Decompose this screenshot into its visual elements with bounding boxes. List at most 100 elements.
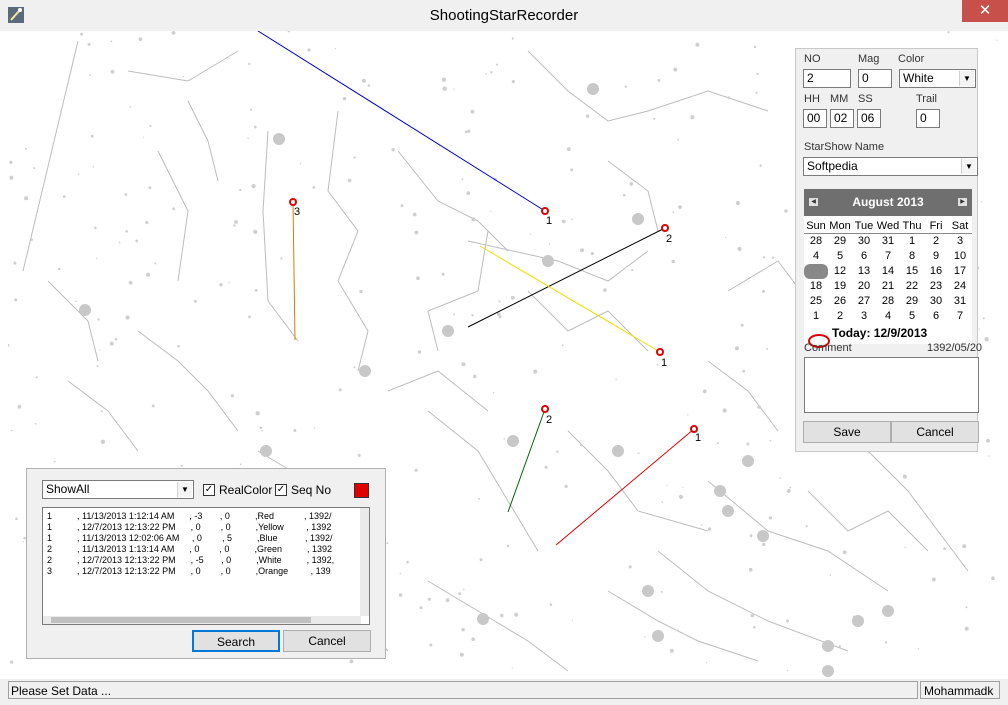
entry-panel: NO Mag Color 2 0 White ▼ HH MM SS Trail … [795,48,982,452]
meteor-trail[interactable]: 1 [555,425,701,546]
calendar-day[interactable]: 30 [924,294,948,309]
meteor-head-point[interactable] [656,348,664,356]
calendar-day[interactable]: 22 [900,279,924,294]
calendar-day[interactable]: 6 [852,249,876,264]
calendar-day[interactable]: 23 [924,279,948,294]
prev-month-icon[interactable]: ◀ [809,198,818,206]
calendar-day[interactable]: 18 [804,279,828,294]
starshow-select[interactable]: Softpedia ▼ [803,157,978,176]
meteor-trail[interactable]: 2 [467,224,672,328]
list-item[interactable]: 1 , 12/7/2013 12:13:22 PM , 0 , 0 ,Yello… [47,522,331,533]
calendar-day[interactable]: 29 [828,234,852,249]
calendar-dow-row: Sun Mon Tue Wed Thu Fri Sat [804,219,972,234]
realcolor-checkbox[interactable]: ✓ [203,484,215,496]
meteor-head-point[interactable] [289,198,297,206]
calendar-day[interactable]: 5 [900,309,924,324]
calendar-month-title: August 2013 [852,195,924,209]
ss-field[interactable]: 06 [857,109,881,128]
calendar-day[interactable]: 16 [924,264,948,279]
meteor-trail[interactable]: 1 [257,31,552,227]
calendar-day[interactable]: 30 [852,234,876,249]
meteor-head-point[interactable] [541,405,549,413]
calendar-day-selected[interactable]: 11 [804,264,828,279]
calendar-day[interactable]: 2 [924,234,948,249]
calendar-day[interactable]: 7 [876,249,900,264]
list-item[interactable]: 2 , 11/13/2013 1:13:14 AM , 0 , 0 ,Green… [47,544,332,555]
search-button[interactable]: Search [192,630,280,652]
calendar-day[interactable]: 29 [900,294,924,309]
vertical-scrollbar[interactable] [360,508,369,616]
calendar-day[interactable]: 12 [828,264,852,279]
calendar-day[interactable]: 17 [948,264,972,279]
calendar-week: 11 12 13 14 15 16 17 [804,264,972,279]
meteor-trail[interactable]: 3 [289,198,300,341]
calendar-day[interactable]: 10 [948,249,972,264]
hh-field[interactable]: 00 [803,109,827,128]
meteor-seq-label: 2 [666,233,672,245]
list-item[interactable]: 1 , 11/13/2013 12:02:06 AM , 0 , 5 ,Blue… [47,533,333,544]
calendar-day[interactable]: 9 [924,249,948,264]
calendar-day[interactable]: 7 [948,309,972,324]
mm-field[interactable]: 02 [830,109,854,128]
calendar-day[interactable]: 28 [804,234,828,249]
calendar-day[interactable]: 28 [876,294,900,309]
calendar-day[interactable]: 31 [876,234,900,249]
results-list[interactable]: 1 , 11/13/2013 1:12:14 AM , -3 , 0 ,Red … [42,507,370,625]
save-button[interactable]: Save [803,421,891,443]
meteor-line[interactable] [555,428,695,546]
calendar-day[interactable]: 1 [900,234,924,249]
calendar-day[interactable]: 24 [948,279,972,294]
calendar-day[interactable]: 2 [828,309,852,324]
comment-input[interactable] [804,357,979,413]
list-item[interactable]: 1 , 11/13/2013 1:12:14 AM , -3 , 0 ,Red … [47,511,331,522]
calendar-day[interactable]: 26 [828,294,852,309]
meteor-trail[interactable]: 2 [507,405,552,513]
color-select[interactable]: White ▼ [899,69,976,88]
chevron-down-icon[interactable]: ▼ [961,159,976,174]
calendar-day[interactable]: 5 [828,249,852,264]
calendar-day[interactable]: 3 [852,309,876,324]
list-item[interactable]: 2 , 12/7/2013 12:13:22 PM , -5 , 0 ,Whit… [47,555,334,566]
calendar-day[interactable]: 8 [900,249,924,264]
calendar-day[interactable]: 31 [948,294,972,309]
list-item[interactable]: 3 , 12/7/2013 12:13:22 PM , 0 , 0 ,Orang… [47,566,331,577]
calendar-day[interactable]: 6 [924,309,948,324]
mag-field[interactable]: 0 [858,69,892,88]
calendar-day[interactable]: 15 [900,264,924,279]
meteor-head-point[interactable] [661,224,669,232]
chevron-down-icon[interactable]: ▼ [177,482,192,497]
calendar-day[interactable]: 20 [852,279,876,294]
calendar-day[interactable]: 14 [876,264,900,279]
color-swatch[interactable] [354,483,369,498]
calendar-week: 28 29 30 31 1 2 3 [804,234,972,249]
chevron-down-icon[interactable]: ▼ [959,71,974,86]
calendar-day[interactable]: 25 [804,294,828,309]
calendar-day[interactable]: 13 [852,264,876,279]
calendar-day[interactable]: 4 [876,309,900,324]
seqno-checkbox[interactable]: ✓ [275,484,287,496]
calendar-day[interactable]: 19 [828,279,852,294]
no-field[interactable]: 2 [803,69,851,88]
meteor-line[interactable] [257,31,546,212]
meteor-line[interactable] [292,201,296,341]
today-link[interactable]: Today: 12/9/2013 [832,326,927,340]
trail-field[interactable]: 0 [916,109,940,128]
calendar-day[interactable]: 1 [804,309,828,324]
horizontal-scrollbar[interactable] [43,616,361,624]
meteor-trail[interactable]: 1 [479,245,667,369]
scroll-thumb[interactable] [51,617,311,623]
search-cancel-button[interactable]: Cancel [283,630,371,652]
meteor-head-point[interactable] [541,207,549,215]
calendar-week: 18 19 20 21 22 23 24 [804,279,972,294]
seqno-label: Seq No [291,483,332,497]
filter-select[interactable]: ShowAll ▼ [42,480,194,499]
calendar-day[interactable]: 4 [804,249,828,264]
calendar-day[interactable]: 3 [948,234,972,249]
cancel-button[interactable]: Cancel [891,421,979,443]
close-button[interactable]: ✕ [962,0,1008,22]
calendar-day[interactable]: 27 [852,294,876,309]
meteor-line[interactable] [507,408,546,513]
calendar-day[interactable]: 21 [876,279,900,294]
meteor-line[interactable] [467,227,666,328]
next-month-icon[interactable]: ▶ [958,198,967,206]
